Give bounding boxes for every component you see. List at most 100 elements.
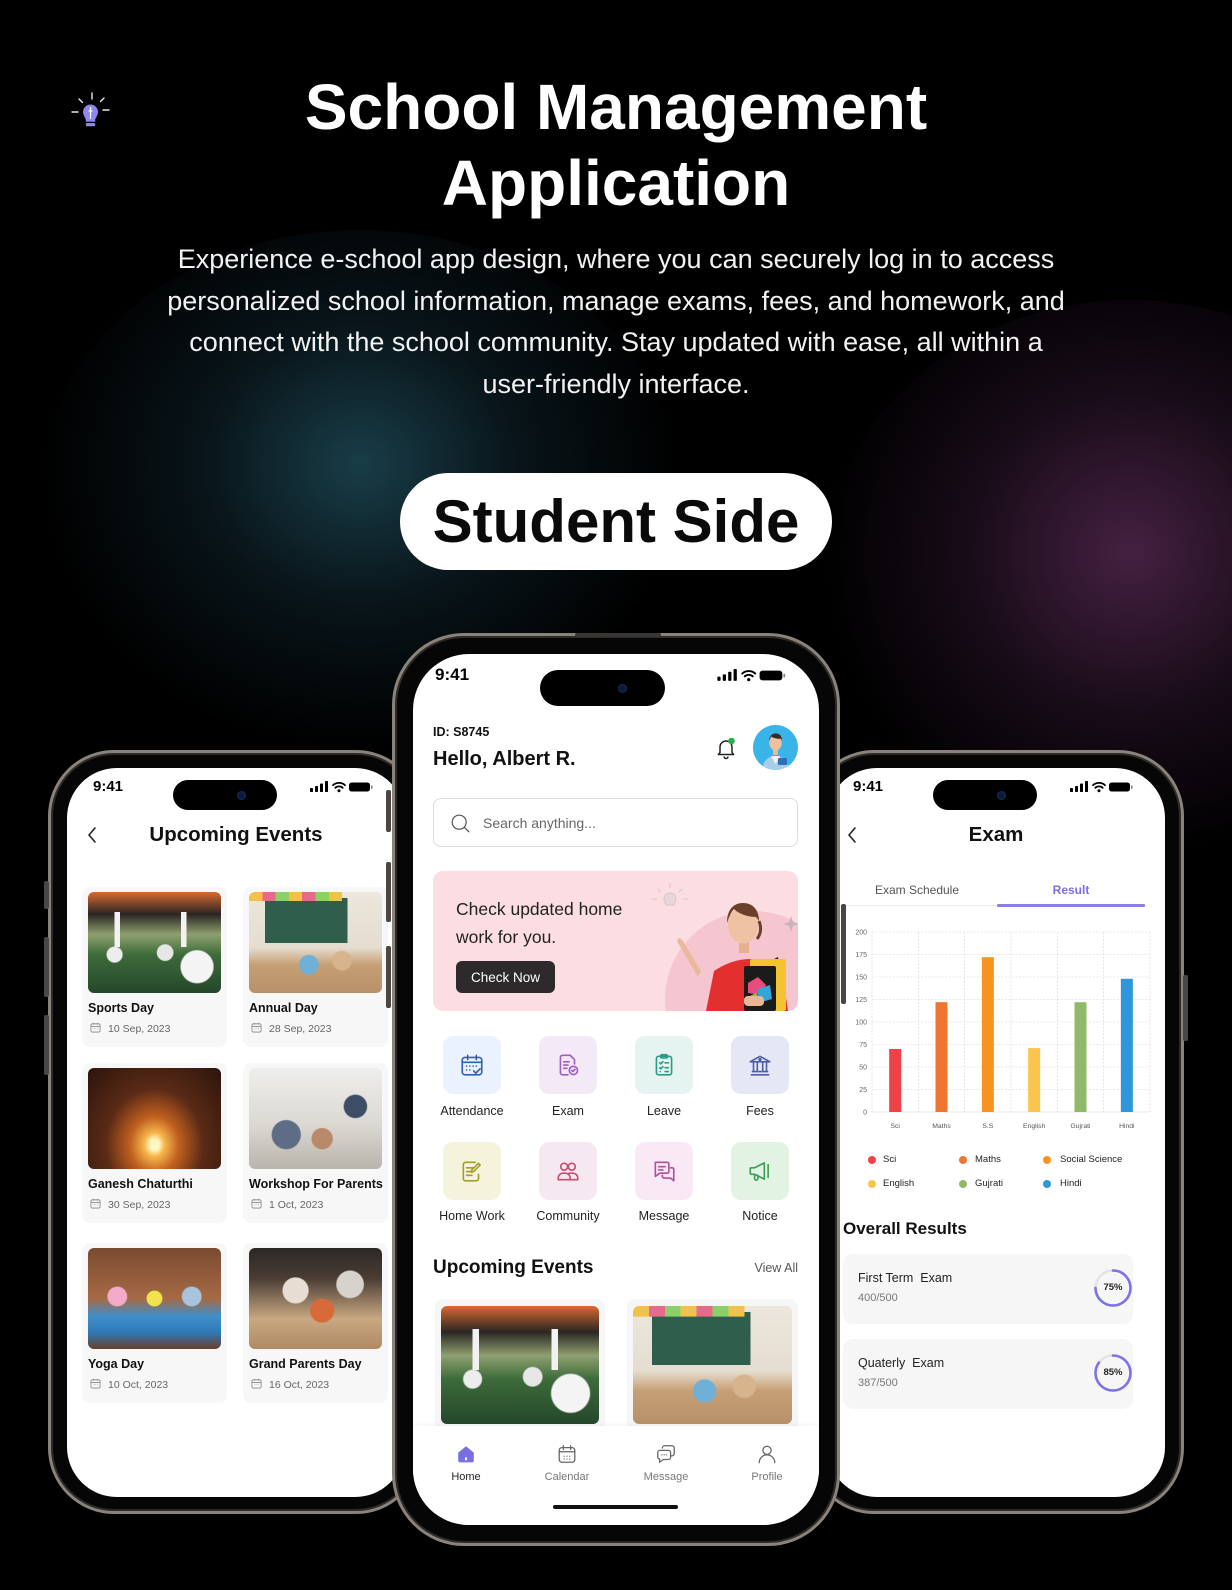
- legend-label: Maths: [975, 1154, 1001, 1165]
- event-date: 28 Sep, 2023: [269, 1023, 332, 1035]
- x-tick-label: Gujrati: [1070, 1123, 1091, 1130]
- event-card-yoga-day[interactable]: Yoga Day 10 Oct, 2023: [82, 1243, 227, 1403]
- menu-message[interactable]: [635, 1142, 693, 1200]
- result-card-first-term[interactable]: First Term Exam 400/500 75%: [843, 1254, 1133, 1324]
- event-date: 10 Oct, 2023: [108, 1379, 169, 1391]
- avatar-image: [753, 725, 798, 770]
- result-card-quarterly[interactable]: Quaterly Exam 387/500 85%: [843, 1339, 1133, 1409]
- menu-label: Attendance: [440, 1104, 504, 1118]
- tab-result[interactable]: Result: [997, 882, 1145, 900]
- check-now-button[interactable]: Check Now: [456, 961, 555, 993]
- exam-document-icon: [559, 1054, 579, 1076]
- nav-label: Home: [451, 1471, 481, 1483]
- search-input[interactable]: [483, 799, 783, 846]
- menu-notice[interactable]: [731, 1142, 789, 1200]
- battery-icon: [349, 782, 373, 792]
- home-event-card-sports-day[interactable]: [435, 1299, 605, 1439]
- calendar-icon: [251, 1378, 262, 1389]
- page-description: Experience e-school app design, where yo…: [0, 239, 1232, 405]
- status-icons: [717, 669, 786, 682]
- phone-side-button: [386, 790, 391, 832]
- banner-text-line: work for you.: [456, 927, 557, 947]
- phone-side-button: [1183, 975, 1188, 1041]
- avatar[interactable]: [753, 725, 798, 770]
- signal-icon: [1070, 781, 1088, 792]
- search-icon: [451, 814, 470, 833]
- phone-exam-result: 9:41 Exam Exam Schedule Result 0 25 50 75 10…: [808, 750, 1188, 1514]
- menu-community[interactable]: [539, 1142, 597, 1200]
- search-bar[interactable]: [433, 798, 798, 847]
- homework-banner[interactable]: Check updated home work for you. Check N…: [433, 871, 798, 1011]
- calendar-check-icon: [461, 1054, 483, 1076]
- phone-side-button: [841, 904, 846, 1004]
- tab-exam-schedule[interactable]: Exam Schedule: [837, 882, 997, 900]
- legend-label: English: [883, 1178, 915, 1189]
- menu-label: Home Work: [439, 1209, 505, 1223]
- student-girl-illustration: [652, 883, 798, 1011]
- status-time: 9:41: [435, 665, 470, 684]
- event-date: 10 Sep, 2023: [108, 1023, 171, 1035]
- nav-calendar[interactable]: Calendar: [527, 1440, 607, 1490]
- notification-dot: [728, 737, 735, 745]
- event-title: Sports Day: [88, 1001, 154, 1015]
- status-icons: [1070, 781, 1133, 793]
- bottom-navigation: Home Calendar Message Profile: [413, 1426, 819, 1525]
- view-all-link[interactable]: View All: [754, 1261, 798, 1275]
- community-people-icon: [557, 1162, 579, 1181]
- legend-dot-english: [868, 1180, 876, 1188]
- phone-home: 9:41 ID: S8745 Hello, Albert R. Search a…: [386, 633, 846, 1546]
- classroom-photo: [249, 892, 382, 993]
- nav-home[interactable]: Home: [426, 1440, 506, 1490]
- menu-label: Message: [638, 1209, 690, 1223]
- event-card-workshop-for-parents[interactable]: Workshop For Parents 1 Oct, 2023: [243, 1063, 388, 1223]
- banner-text-line: Check updated home: [456, 899, 623, 919]
- battery-icon: [1109, 782, 1133, 792]
- lightbulb-doodle-icon: [652, 883, 688, 906]
- legend-label: Hindi: [1060, 1178, 1082, 1189]
- screen-title: Upcoming Events: [149, 823, 323, 846]
- description-line: Experience e-school app design, where yo…: [177, 244, 1055, 274]
- nav-message[interactable]: Message: [626, 1440, 706, 1490]
- result-exam-name: First Term Exam: [858, 1271, 953, 1285]
- dynamic-island: [540, 670, 665, 706]
- event-title: Annual Day: [249, 1001, 318, 1015]
- calendar-icon: [558, 1445, 576, 1463]
- calendar-icon: [90, 1198, 101, 1209]
- menu-attendance[interactable]: [443, 1036, 501, 1094]
- description-line: connect with the school community. Stay …: [189, 327, 1043, 357]
- page-title-line: Application: [441, 147, 791, 219]
- overall-results-heading: Overall Results: [843, 1219, 967, 1238]
- calendar-icon: [251, 1198, 262, 1209]
- event-card-ganesh-chaturthi[interactable]: Ganesh Chaturthi 30 Sep, 2023: [82, 1063, 227, 1223]
- banner-text: Check updated home work for you.: [456, 895, 622, 951]
- screen-title: Exam: [968, 823, 1024, 846]
- signal-icon: [310, 781, 328, 792]
- menu-fees[interactable]: [731, 1036, 789, 1094]
- message-bubbles-icon: [654, 1161, 675, 1182]
- notification-bell-icon[interactable]: [715, 736, 737, 760]
- home-event-card-annual-day[interactable]: [627, 1299, 798, 1439]
- status-time: 9:41: [93, 778, 124, 795]
- tab-divider: [845, 905, 997, 906]
- nav-label: Calendar: [544, 1471, 590, 1483]
- event-date: 30 Sep, 2023: [108, 1199, 171, 1211]
- result-score: 387/500: [858, 1377, 898, 1389]
- event-date: 16 Oct, 2023: [269, 1379, 330, 1391]
- event-card-grand-parents-day[interactable]: Grand Parents Day 16 Oct, 2023: [243, 1243, 388, 1403]
- event-card-annual-day[interactable]: Annual Day 28 Sep, 2023: [243, 887, 388, 1047]
- menu-label: Community: [536, 1209, 600, 1223]
- menu-leave[interactable]: [635, 1036, 693, 1094]
- nav-profile[interactable]: Profile: [727, 1440, 807, 1490]
- event-card-sports-day[interactable]: Sports Day 10 Sep, 2023: [82, 887, 227, 1047]
- menu-home-work[interactable]: [443, 1142, 501, 1200]
- legend-dot-social-science: [1043, 1156, 1051, 1164]
- menu-exam[interactable]: [539, 1036, 597, 1094]
- battery-icon: [759, 670, 786, 681]
- nav-label: Message: [643, 1471, 689, 1483]
- upcoming-events-heading: Upcoming Events: [433, 1257, 594, 1278]
- home-icon: [458, 1446, 474, 1463]
- result-percent: 75%: [1103, 1282, 1123, 1293]
- phone-side-button: [44, 1015, 49, 1075]
- result-score: 400/500: [858, 1292, 898, 1304]
- clipboard-list-icon: [655, 1053, 673, 1076]
